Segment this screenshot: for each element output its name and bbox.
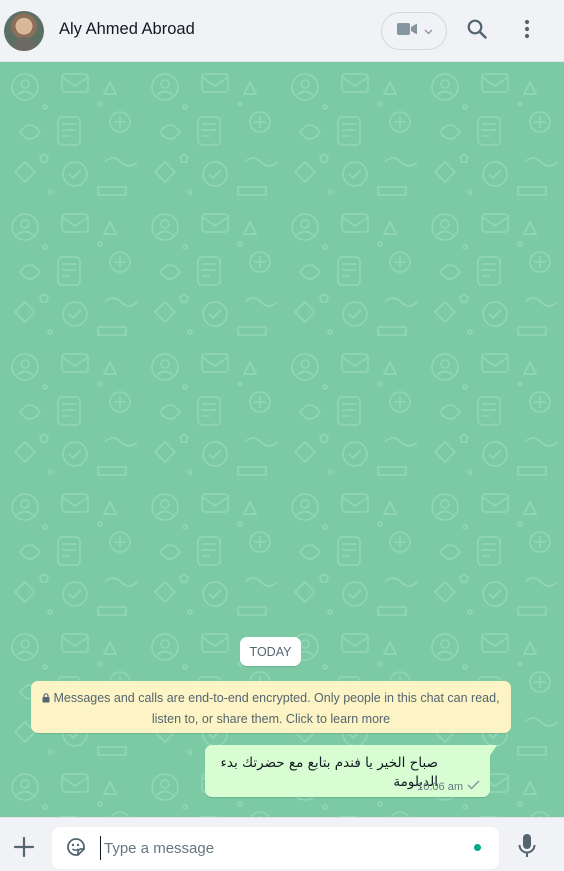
encryption-notice-text: Messages and calls are end-to-end encryp… [53,691,500,726]
search-button[interactable] [465,19,489,43]
video-call-icon [396,21,418,42]
message-input-box[interactable] [52,827,499,869]
chevron-down-icon [424,22,433,40]
sticker-button[interactable] [64,837,88,861]
date-chip: TODAY [240,637,301,666]
message-time: 10:06 am [417,780,463,793]
voice-button[interactable] [515,833,539,864]
chat-header: Aly Ahmed Abroad [0,0,564,62]
lock-icon [42,689,50,709]
message-meta: 10:06 am [417,780,480,793]
message-input[interactable] [100,836,460,860]
message-text: صباح الخير يا فندم بتابع مع حضرتك بدء ال… [220,755,438,790]
search-icon [467,19,487,44]
sticker-icon [65,836,87,863]
outgoing-message[interactable]: صباح الخير يا فندم بتابع مع حضرتك بدء ال… [205,745,490,797]
contact-avatar[interactable] [4,11,44,51]
attach-button[interactable] [12,836,36,863]
video-call-button[interactable] [381,12,447,50]
status-dot-icon [474,844,481,851]
encryption-notice[interactable]: Messages and calls are end-to-end encryp… [31,681,511,733]
plus-icon [13,836,35,863]
menu-button[interactable] [516,19,538,43]
mic-icon [517,833,537,864]
menu-icon [524,19,530,44]
bubble-tail [489,745,497,757]
composer-bar [0,817,564,871]
contact-name[interactable]: Aly Ahmed Abroad [59,20,195,39]
single-check-icon [467,780,480,793]
